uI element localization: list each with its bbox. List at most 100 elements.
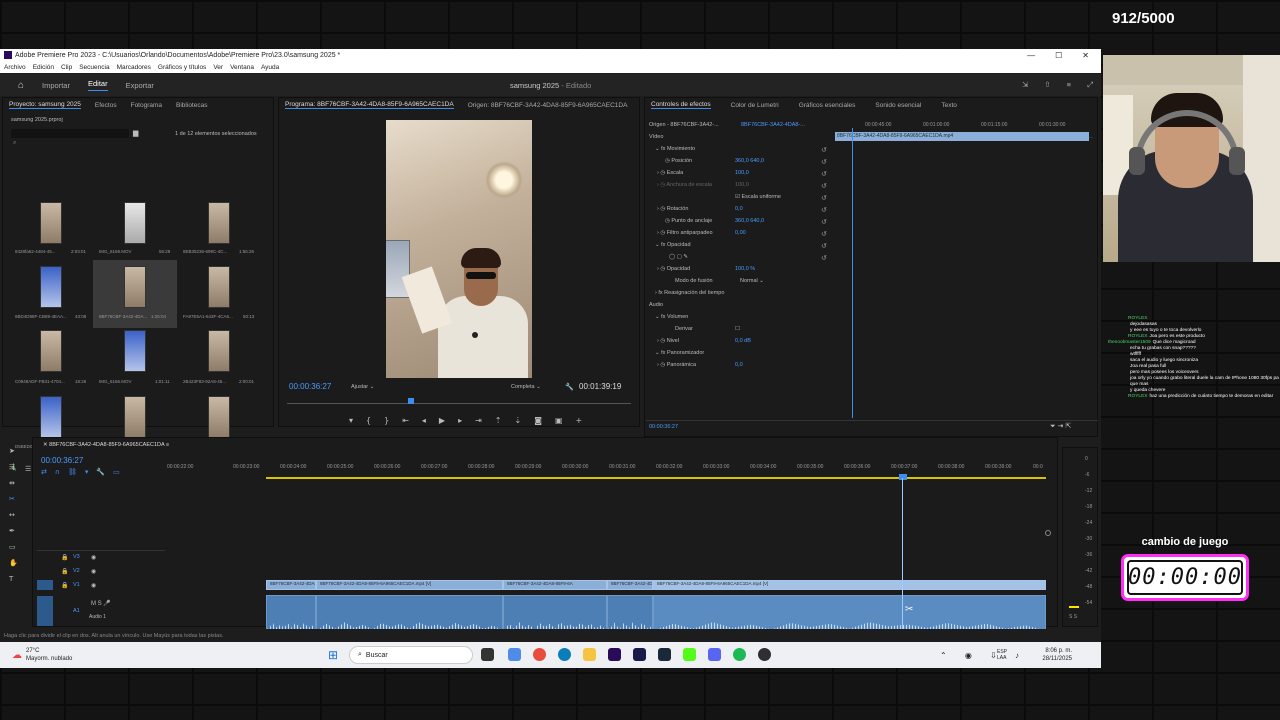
media-thumb[interactable] — [40, 396, 62, 438]
razor-tool-icon[interactable]: ✂ — [9, 495, 19, 503]
lift-icon[interactable]: ⇡ — [495, 416, 502, 425]
fx-volumen[interactable]: ⌄ fx Volumen — [655, 314, 688, 320]
tab-exportar[interactable]: Exportar — [126, 81, 154, 90]
menu-ayuda[interactable]: Ayuda — [261, 64, 279, 71]
project-search-input[interactable]: ⌕ — [11, 129, 129, 146]
menu-ventana[interactable]: Ventana — [230, 64, 254, 71]
fx-movimiento[interactable]: ⌄ fx Movimiento — [655, 146, 695, 152]
fx-reasignacion[interactable]: › fx Reasignación del tiempo — [655, 290, 724, 296]
timeline-ruler[interactable]: 00:00:22:00 00:00:23:00 00:00:24:00 00:0… — [167, 460, 1047, 476]
track-a1[interactable]: A1 — [73, 608, 80, 614]
tab-programa[interactable]: Programa: 8BF76CBF-3A42-4DA8-85F9-6A965C… — [285, 101, 454, 109]
wrench-icon[interactable]: 🔧 — [565, 383, 574, 391]
settings-icon[interactable]: 🔧 — [96, 468, 105, 476]
media-thumb[interactable] — [124, 330, 146, 372]
eye-icon[interactable]: ◉ — [91, 554, 96, 561]
reset-icon[interactable]: ↺ — [821, 158, 827, 166]
go-to-out-icon[interactable]: ⇥ — [475, 416, 482, 425]
system-tray-icons[interactable]: ⌃ ◉ ⇩ ♪ — [940, 651, 1027, 660]
video-clip[interactable]: 8BF76CBF-3A42-4DA8-85F9-6A965CAEC1DA.mp4… — [316, 580, 503, 590]
marker-icon[interactable]: ▾ — [349, 416, 353, 425]
reset-icon[interactable]: ↺ — [821, 254, 827, 262]
compare-icon[interactable]: ▣ — [555, 416, 563, 425]
selection-tool-icon[interactable]: ➤ — [9, 447, 19, 455]
tab-importar[interactable]: Importar — [42, 81, 70, 90]
tab-bibliotecas[interactable]: Bibliotecas — [176, 102, 207, 109]
minimize-button[interactable]: — — [1027, 51, 1035, 60]
fullscreen-icon[interactable]: ⤢ — [1087, 80, 1093, 90]
ripple-edit-icon[interactable]: ⇹ — [9, 479, 19, 487]
track-select-icon[interactable]: ⇶ — [9, 463, 19, 471]
close-button[interactable]: ✕ — [1082, 51, 1089, 60]
fit-dropdown[interactable]: Ajustar ⌄ — [351, 384, 374, 390]
new-bin-icon[interactable]: ▆ — [133, 129, 138, 137]
val-panoramica[interactable]: 0,0 — [735, 362, 743, 368]
fx-opacidad[interactable]: ⌄ fx Opacidad — [655, 242, 691, 248]
menu-marcadores[interactable]: Marcadores — [117, 64, 151, 71]
effect-clip-bar[interactable]: 8BF76CBF-3A42-4DA8-85F9-6A965CAEC1DA.mp4 — [835, 132, 1089, 141]
media-thumb[interactable] — [124, 266, 146, 308]
program-timecode[interactable]: 00:00:36:27 — [289, 382, 331, 391]
media-thumb[interactable] — [208, 396, 230, 438]
nest-icon[interactable]: ⇄ — [41, 468, 47, 476]
source-patch-a1[interactable] — [37, 596, 53, 626]
reset-icon[interactable]: ↺ — [821, 170, 827, 178]
val-posicion[interactable]: 360,0 640,0 — [735, 158, 764, 164]
media-thumb[interactable] — [40, 202, 62, 244]
reset-icon[interactable]: ↺ — [821, 242, 827, 250]
media-thumb[interactable] — [124, 202, 146, 244]
val-filtro[interactable]: 0,00 — [735, 230, 746, 236]
val-escala[interactable]: 100,0 — [735, 170, 749, 176]
eye-icon[interactable]: ◉ — [91, 582, 96, 589]
video-clip[interactable]: 8BF76CBF-3A42-4DA8-85F9-6A965CAEC1DA.mp4… — [653, 580, 1046, 590]
sequence-tab[interactable]: ✕ 8BF76CBF-3A42-4DA8-85F9-6A965CAEC1DA ≡ — [43, 442, 169, 448]
media-thumb[interactable] — [40, 266, 62, 308]
tab-fotograma[interactable]: Fotograma — [131, 102, 162, 109]
lock-icon[interactable]: 🔒 — [61, 582, 68, 589]
val-punto-anclaje[interactable]: 360,0 640,0 — [735, 218, 764, 224]
pen-tool-icon[interactable]: ✒ — [9, 527, 19, 535]
file-explorer-icon[interactable] — [583, 648, 596, 661]
tab-proyecto[interactable]: Proyecto: samsung 2025 — [9, 101, 81, 109]
program-playhead[interactable] — [408, 398, 414, 404]
source-patch-v1[interactable] — [37, 580, 53, 590]
val-opacidad[interactable]: 100,0 % — [735, 266, 755, 272]
hand-tool-icon[interactable]: ✋ — [9, 559, 19, 567]
track-v2[interactable]: V2 — [73, 568, 80, 574]
media-thumb[interactable] — [208, 202, 230, 244]
add-button-icon[interactable]: + — [576, 416, 583, 425]
media-thumb[interactable] — [124, 396, 146, 438]
scroll-handle[interactable] — [1045, 530, 1051, 536]
extract-icon[interactable]: ⇣ — [515, 416, 522, 425]
blend-mode-dropdown[interactable]: Normal ⌄ — [740, 278, 764, 284]
escala-uniforme-checkbox[interactable]: ☑ Escala uniforme — [735, 194, 781, 200]
home-icon[interactable]: ⌂ — [18, 80, 24, 91]
maximize-button[interactable]: ☐ — [1055, 51, 1062, 60]
weather-temp[interactable]: 27°C — [26, 648, 39, 654]
eye-icon[interactable]: ◉ — [91, 568, 96, 575]
tab-texto[interactable]: Texto — [941, 102, 957, 109]
derivar-checkbox[interactable]: ☐ — [735, 326, 740, 332]
play-icon[interactable]: ▶ — [439, 416, 445, 425]
windows-start-icon[interactable]: ⊞ — [328, 648, 338, 662]
menu-ver[interactable]: Ver — [213, 64, 223, 71]
premiere-taskbar-icon[interactable] — [608, 648, 621, 661]
weather-icon[interactable]: ☁ — [12, 650, 22, 661]
timeline-playhead-handle[interactable] — [899, 474, 907, 480]
media-thumb[interactable] — [40, 330, 62, 372]
quick-export-icon[interactable]: ⇲ — [1022, 80, 1028, 90]
quality-dropdown[interactable]: Completa ⌄ — [511, 384, 541, 390]
meter-solo[interactable]: S S — [1069, 614, 1077, 620]
list-view-icon[interactable]: ☰ — [25, 465, 31, 473]
tab-origen[interactable]: Origen: 8BF76CBF-3A42-4DA8-85F9-6A965CAE… — [468, 102, 628, 109]
reset-icon[interactable]: ↺ — [821, 206, 827, 214]
reset-icon[interactable]: ↺ — [821, 182, 827, 190]
effect-timecode[interactable]: 00:00:36:27 — [649, 424, 678, 430]
reset-icon[interactable]: ↺ — [821, 194, 827, 202]
workspaces-icon[interactable]: ≡ — [1067, 80, 1071, 90]
go-to-in-icon[interactable]: ⇤ — [402, 416, 409, 425]
work-area-bar[interactable] — [266, 477, 1046, 479]
mark-in-icon[interactable]: { — [366, 416, 371, 425]
video-frame[interactable] — [386, 120, 532, 378]
clock-time[interactable]: 8:06 p. m. — [1045, 648, 1072, 654]
